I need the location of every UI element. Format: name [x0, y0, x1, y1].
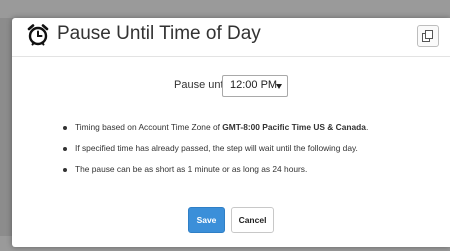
timezone-note-suffix: .	[365, 122, 369, 132]
list-item: Timing based on Account Time Zone of GMT…	[62, 122, 368, 143]
pause-until-label: Pause until	[174, 79, 229, 91]
copy-button[interactable]	[417, 25, 439, 47]
copy-icon	[422, 30, 433, 42]
list-item: If specified time has already passed, th…	[62, 143, 368, 164]
caret-down-icon	[276, 84, 282, 89]
notes-list: Timing based on Account Time Zone of GMT…	[62, 122, 368, 185]
time-select[interactable]: 12:00 PM	[222, 75, 288, 97]
timezone-note-prefix: Timing based on Account Time Zone of	[75, 122, 223, 132]
list-item: The pause can be as short as 1 minute or…	[62, 164, 368, 185]
dialog-title: Pause Until Time of Day	[57, 23, 261, 44]
timezone-value: GMT-8:00 Pacific Time US & Canada	[222, 122, 366, 132]
dialog-footer: Save Cancel	[12, 207, 450, 237]
cancel-button[interactable]: Cancel	[231, 207, 274, 233]
alarm-clock-icon	[27, 24, 49, 46]
pause-until-dialog: Pause Until Time of Day Pause until 12:0…	[12, 18, 450, 247]
save-button[interactable]: Save	[188, 207, 225, 233]
dialog-header: Pause Until Time of Day	[12, 18, 450, 57]
pause-until-row: Pause until 12:00 PM	[12, 75, 450, 97]
backdrop-top	[0, 0, 450, 18]
time-select-value: 12:00 PM	[230, 79, 278, 91]
